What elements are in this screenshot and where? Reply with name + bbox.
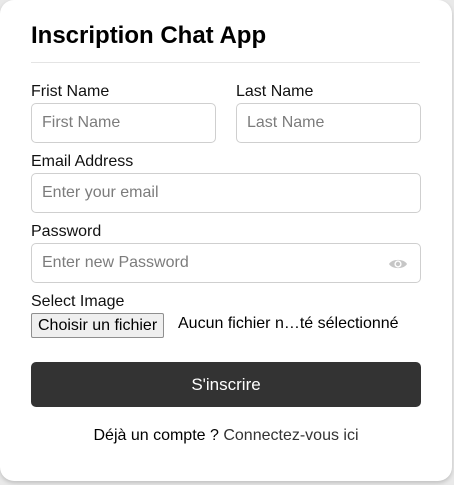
login-prompt-text: Déjà un compte ?: [93, 427, 219, 444]
login-prompt: Déjà un compte ? Connectez-vous ici: [0, 427, 452, 445]
last-name-input[interactable]: [236, 103, 421, 143]
signup-button[interactable]: S'inscrire: [31, 362, 421, 407]
title-divider: [31, 62, 420, 63]
first-name-label: Frist Name: [31, 83, 110, 100]
last-name-label: Last Name: [236, 83, 314, 100]
password-input[interactable]: [31, 243, 421, 283]
choose-file-button[interactable]: Choisir un fichier: [31, 313, 165, 338]
file-status-text: Aucun fichier n…té sélectionné: [178, 315, 399, 332]
image-label: Select Image: [31, 293, 125, 310]
login-link[interactable]: Connectez-vous ici: [223, 427, 358, 444]
page-title: Inscription Chat App: [31, 22, 267, 49]
eye-icon[interactable]: [388, 256, 408, 272]
first-name-input[interactable]: [31, 103, 216, 143]
email-input[interactable]: [31, 173, 421, 213]
signup-card: Inscription Chat App Frist Name Last Nam…: [0, 0, 452, 481]
email-label: Email Address: [31, 153, 134, 170]
password-label: Password: [31, 223, 102, 240]
